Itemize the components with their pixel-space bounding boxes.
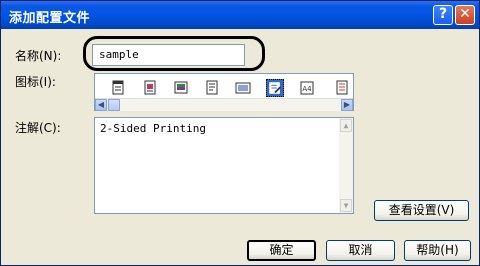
icon-scrollbar[interactable]: ◀ ▶ [95, 98, 353, 111]
icon-list[interactable]: A4 ◀ ▶ [94, 73, 354, 111]
scroll-up-icon: ▲ [340, 119, 352, 132]
photo-document-icon[interactable] [141, 79, 159, 97]
list-document-icon[interactable] [333, 79, 351, 97]
title-bar[interactable]: 添加配置文件 ? ✕ [1, 1, 479, 29]
comment-text: 2-Sided Printing [100, 122, 206, 135]
scroll-thumb[interactable] [108, 99, 120, 111]
close-button[interactable]: ✕ [455, 5, 475, 25]
image-icon[interactable] [172, 79, 190, 97]
ok-button[interactable]: 确定 [247, 240, 316, 261]
comment-label: 注解(C): [15, 121, 61, 135]
document-icon[interactable] [109, 79, 127, 97]
dialog-title: 添加配置文件 [9, 11, 91, 26]
text-document-icon[interactable] [234, 79, 252, 97]
scroll-right-icon[interactable]: ▶ [341, 99, 353, 111]
help-title-button[interactable]: ? [433, 5, 453, 25]
scroll-down-icon: ▼ [340, 199, 352, 212]
cancel-button[interactable]: 取消 [326, 240, 395, 261]
page-icon[interactable] [203, 79, 221, 97]
a4-paper-icon[interactable]: A4 [298, 79, 316, 97]
edit-document-icon[interactable] [266, 79, 284, 97]
icon-label: 图标(I): [15, 75, 56, 89]
name-label: 名称(N): [15, 49, 62, 63]
highlight-circle [83, 36, 265, 71]
comment-scrollbar: ▲ ▼ [339, 118, 353, 213]
view-settings-button[interactable]: 查看设置(V) [374, 200, 469, 221]
scroll-left-icon[interactable]: ◀ [95, 99, 107, 111]
comment-textarea[interactable]: 2-Sided Printing ▲ ▼ [94, 117, 354, 214]
add-profile-dialog: 添加配置文件 ? ✕ 名称(N): sample 图标(I): A4 ◀ ▶ 注… [0, 0, 480, 266]
help-button[interactable]: 帮助(H) [404, 240, 471, 261]
svg-text:A4: A4 [302, 85, 312, 93]
